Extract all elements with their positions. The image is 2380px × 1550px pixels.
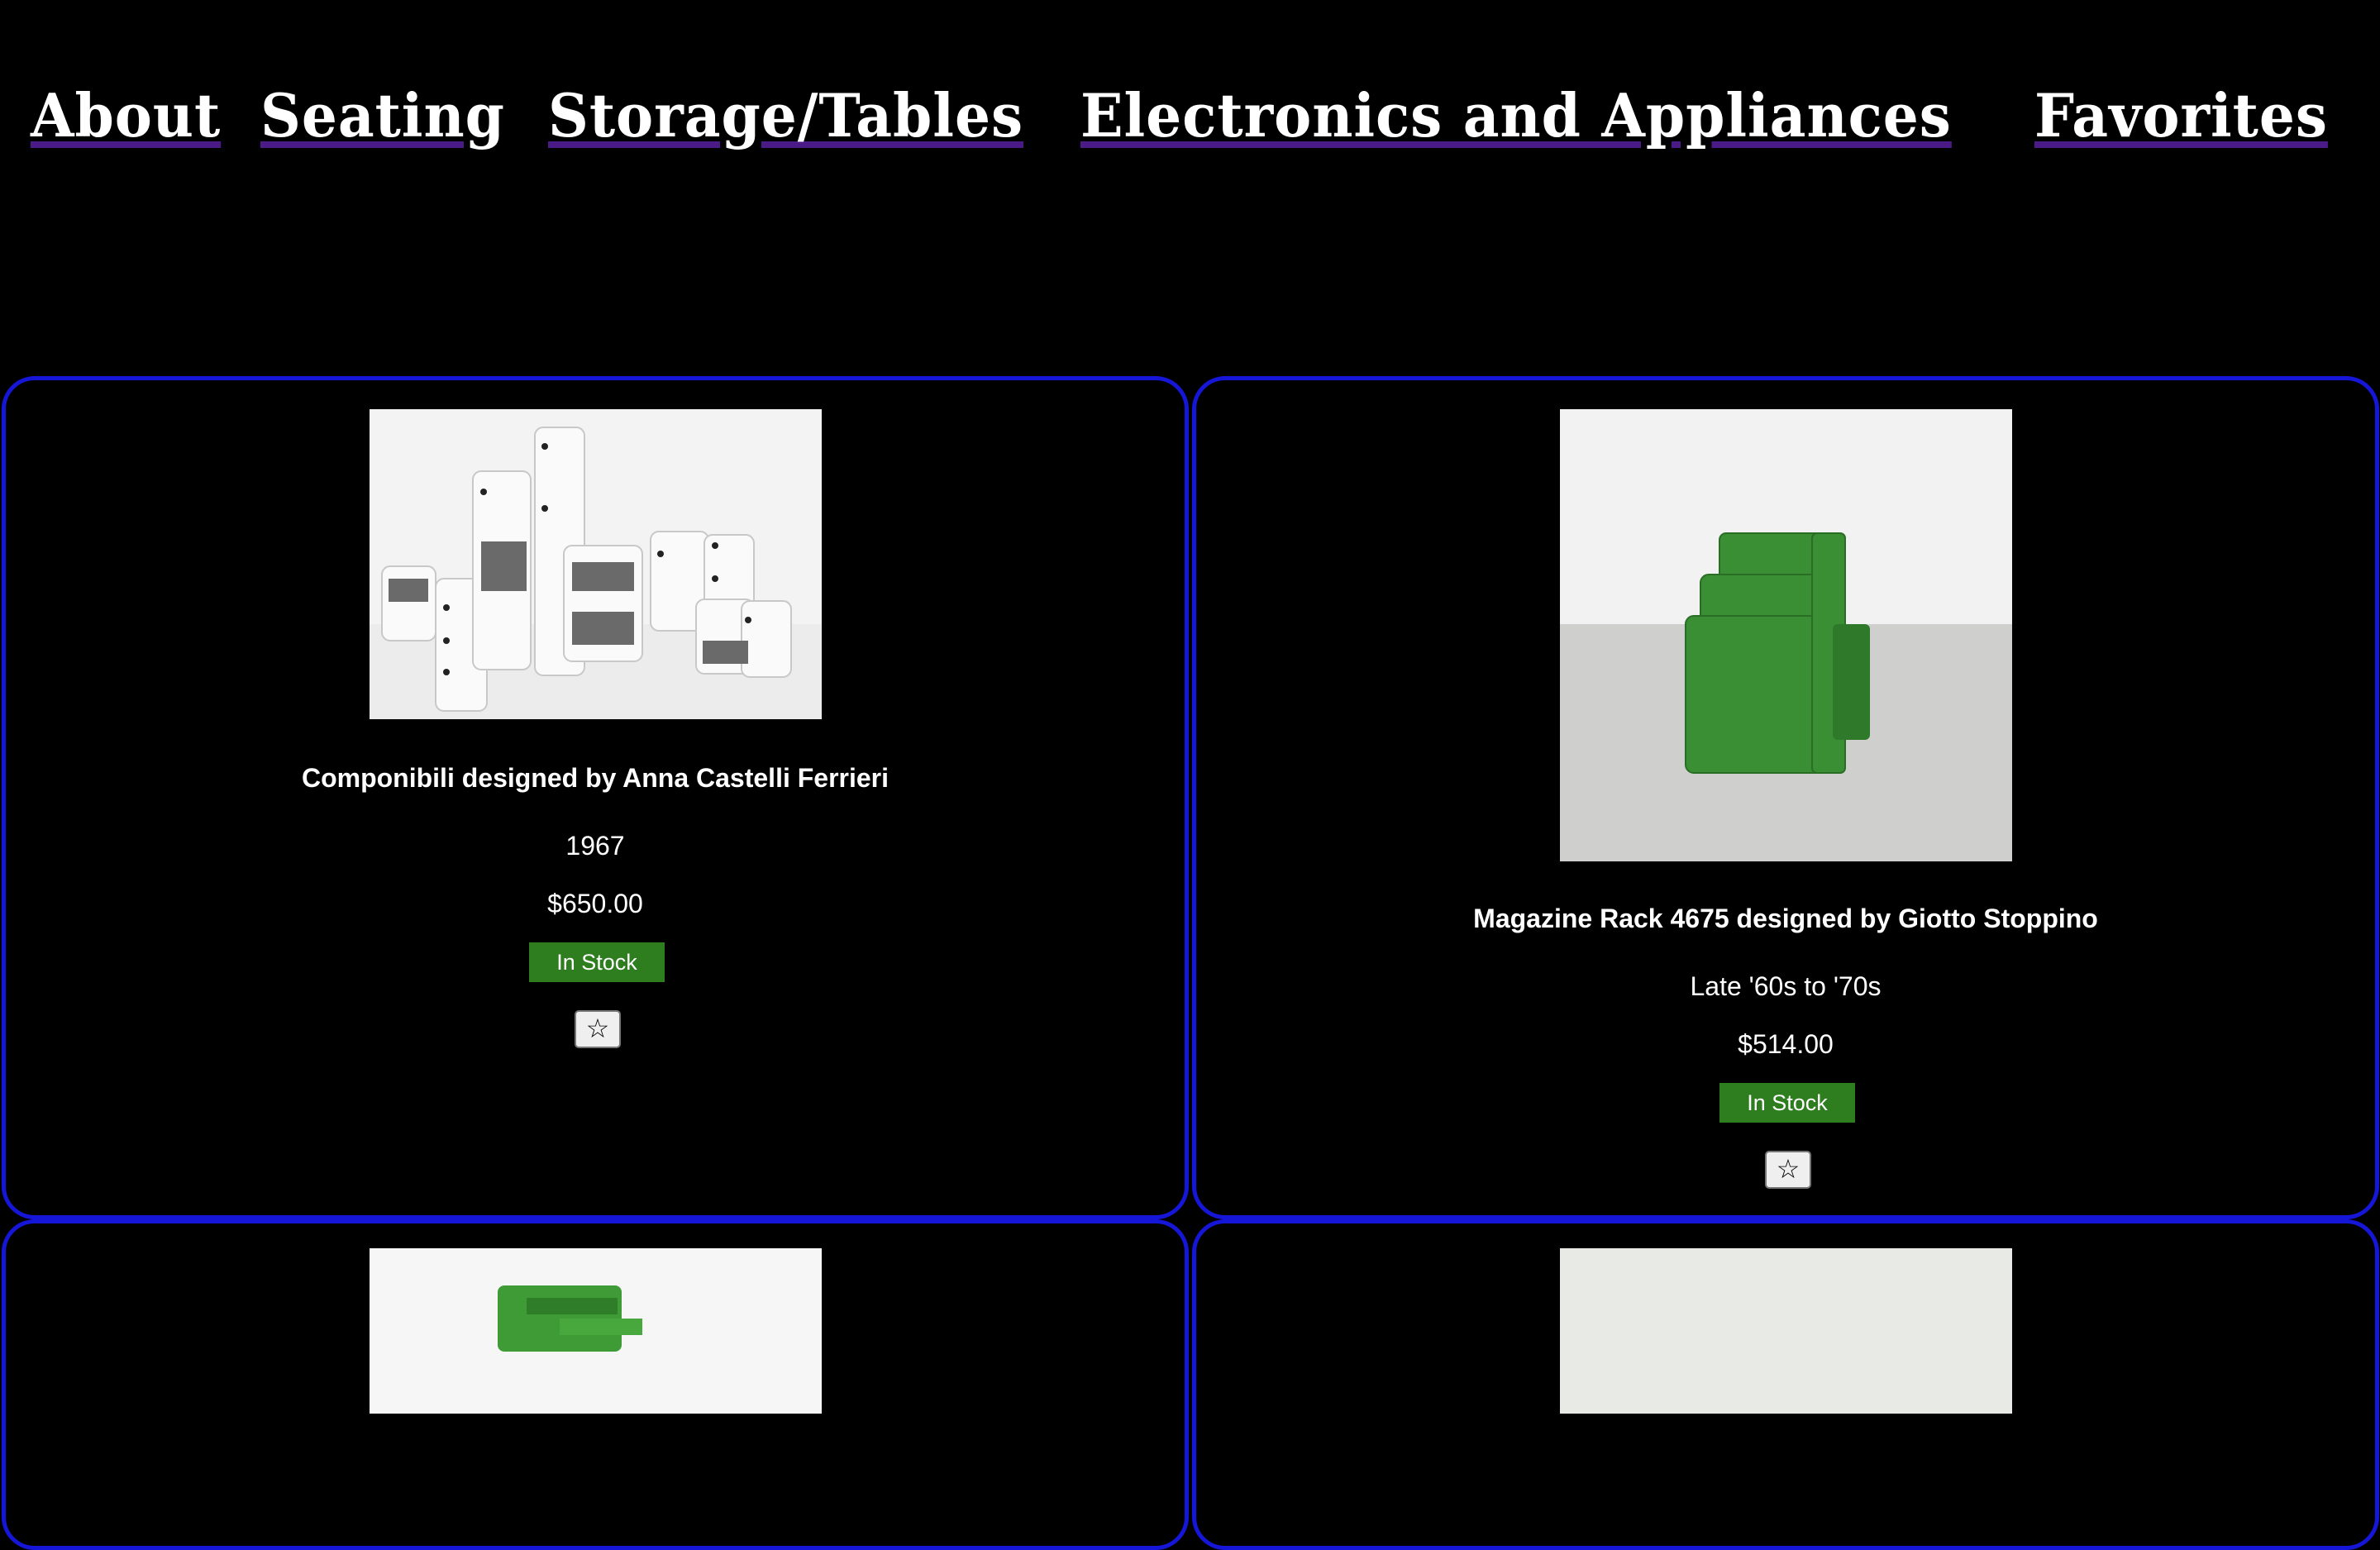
product-card (2, 1219, 1189, 1550)
favorite-star-button[interactable]: ☆ (575, 1010, 621, 1048)
stock-badge: In Stock (529, 942, 665, 982)
product-card: Magazine Rack 4675 designed by Giotto St… (1192, 376, 2379, 1219)
nav-favorites-link[interactable]: Favorites (2034, 83, 2328, 149)
product-image-magazine-rack (1560, 409, 2012, 861)
stock-badge: In Stock (1719, 1083, 1855, 1123)
product-title: Magazine Rack 4675 designed by Giotto St… (1473, 904, 2098, 933)
product-price: $650.00 (547, 889, 643, 918)
nav-about-link[interactable]: About (31, 83, 221, 149)
product-image (370, 1248, 822, 1414)
product-image (1560, 1248, 2012, 1414)
nav-seating-link[interactable]: Seating (260, 83, 505, 149)
componibili-illustration (370, 409, 822, 719)
magazine-rack-illustration (1560, 409, 2012, 861)
nav-storage-tables-link[interactable]: Storage/Tables (548, 83, 1023, 149)
product-illustration (1560, 1248, 2012, 1414)
product-card: Componibili designed by Anna Castelli Fe… (2, 376, 1189, 1219)
product-title: Componibili designed by Anna Castelli Fe… (301, 763, 890, 793)
product-year: Late '60s to '70s (1690, 971, 1882, 1001)
main-nav: About Seating Storage/Tables Electronics… (31, 83, 2347, 149)
green-drawers-illustration (370, 1248, 822, 1414)
product-price: $514.00 (1738, 1029, 1834, 1059)
product-image-componibili (370, 409, 822, 719)
product-year: 1967 (565, 831, 625, 861)
nav-electronics-link[interactable]: Electronics and Appliances (1080, 83, 1952, 149)
product-card (1192, 1219, 2379, 1550)
favorite-star-button[interactable]: ☆ (1765, 1151, 1811, 1189)
